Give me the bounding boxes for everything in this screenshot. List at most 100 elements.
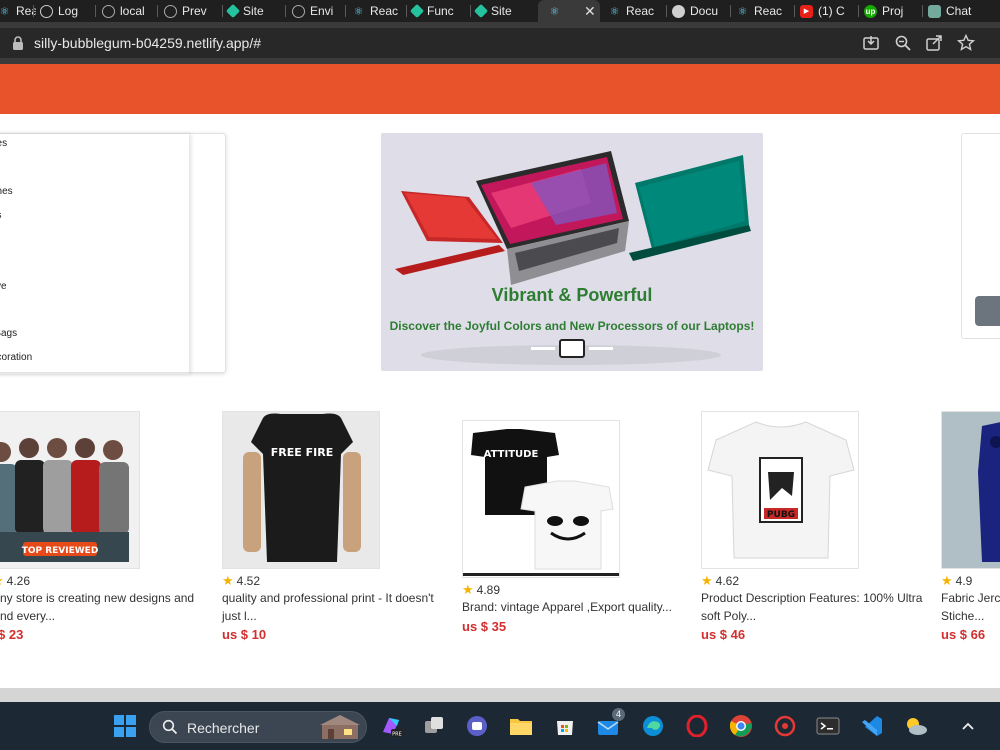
browser-tab[interactable]: ⚛ Reac: [0, 0, 36, 22]
chrome-icon[interactable]: [728, 713, 754, 739]
product-price: us $ 35: [462, 619, 507, 634]
store-icon[interactable]: [552, 713, 578, 739]
browser-tab[interactable]: ⚛ Reac: [732, 0, 794, 22]
github-icon: [40, 4, 53, 18]
description-line: nd every...: [0, 609, 56, 623]
youtube-icon: ▶: [800, 4, 813, 18]
browser-tab[interactable]: up Proj: [860, 0, 922, 22]
rating-value: 4.9: [955, 574, 973, 588]
search-highlight-icon: [318, 715, 362, 746]
react-icon: ⚛: [353, 5, 364, 18]
carousel-dot[interactable]: [531, 347, 555, 350]
product-image[interactable]: PUBG: [701, 411, 859, 569]
windows-start-icon[interactable]: [112, 713, 138, 739]
share-icon[interactable]: [925, 34, 943, 57]
mail-icon[interactable]: 4: [596, 708, 625, 739]
task-view-icon[interactable]: [421, 713, 447, 739]
url-text[interactable]: silly-bubblegum-b04259.netlify.app/#: [34, 35, 261, 51]
browser-tab[interactable]: Site: [472, 0, 534, 22]
product-image[interactable]: TOP REVIEWED: [0, 411, 140, 569]
browser-tab[interactable]: ▶ (1) C: [796, 0, 858, 22]
rating-value: 4.26: [6, 574, 31, 588]
bookmark-star-icon[interactable]: [956, 33, 976, 57]
tab-label: Log: [58, 4, 79, 18]
description-line: just l...: [222, 609, 257, 623]
product-description[interactable]: ny store is creating new designs and nd …: [0, 589, 230, 625]
browser-tab[interactable]: Chat: [924, 0, 1000, 22]
hero-carousel[interactable]: Vibrant & Powerful Discover the Joyful C…: [381, 133, 763, 371]
globe-icon: [292, 4, 305, 18]
product-rating: ★ 4.52: [222, 573, 260, 589]
browser-tab[interactable]: Prev: [160, 0, 222, 22]
terminal-icon[interactable]: [815, 713, 841, 739]
chevron-up-icon[interactable]: [955, 713, 981, 739]
carousel-dot[interactable]: [589, 347, 613, 350]
globe-icon: [672, 4, 685, 18]
tab-label: Envi: [310, 4, 334, 18]
category-item[interactable]: es: [0, 210, 2, 221]
tab-label: Reac: [626, 4, 655, 18]
product-image[interactable]: FREE FIRE: [222, 411, 380, 569]
description-line: soft Poly...: [701, 609, 757, 623]
app-icon-red[interactable]: [772, 713, 798, 739]
lock-icon[interactable]: [12, 36, 24, 55]
category-item[interactable]: ries: [0, 138, 7, 149]
react-icon: ⚛: [737, 5, 748, 18]
edge-icon[interactable]: [640, 713, 666, 739]
taskbar-search[interactable]: Rechercher: [149, 711, 367, 743]
category-item[interactable]: ecoration: [0, 352, 32, 363]
browser-tab[interactable]: Envi: [288, 0, 346, 22]
svg-text:PRE: PRE: [392, 732, 402, 738]
product-image[interactable]: [941, 411, 1000, 569]
product-description[interactable]: quality and professional print - It does…: [222, 589, 452, 625]
file-explorer-icon[interactable]: [508, 713, 534, 739]
category-list: ries ones es g tive -Bags ecoration: [0, 134, 189, 374]
netlify-icon: [225, 3, 241, 19]
browser-toolbar: silly-bubblegum-b04259.netlify.app/#: [0, 22, 1000, 64]
product-description[interactable]: Fabric Jercy Stiche...: [941, 589, 1000, 625]
product-price: us $ 66: [941, 627, 986, 642]
category-item[interactable]: ones: [0, 186, 13, 197]
weather-icon[interactable]: [903, 713, 929, 739]
tab-label: Chat: [946, 4, 972, 18]
browser-tab[interactable]: Log: [36, 0, 96, 22]
browser-tab-active[interactable]: ⚛ ✕: [538, 0, 600, 22]
globe-icon: [102, 4, 115, 18]
carousel-indicators: [531, 339, 615, 359]
product-description[interactable]: Product Description Features: 100% Ultra…: [701, 589, 931, 625]
teams-chat-icon[interactable]: [464, 713, 490, 739]
product-image-print: PUBG: [767, 510, 795, 520]
browser-tab[interactable]: ⚛ Reac: [604, 0, 666, 22]
product-description[interactable]: Brand: vintage Apparel ,Export quality..…: [462, 598, 692, 616]
browser-tab[interactable]: local: [98, 0, 158, 22]
browser-tab[interactable]: ⚛ Reac: [348, 0, 406, 22]
vscode-icon[interactable]: [859, 713, 885, 739]
user-card-button[interactable]: [975, 296, 1000, 326]
product-price: us $ 46: [701, 627, 746, 642]
carousel-dot-active[interactable]: [559, 339, 585, 358]
category-item[interactable]: tive: [0, 281, 7, 292]
description-line: Brand: vintage Apparel ,Export quality..…: [462, 600, 672, 614]
search-label: Rechercher: [187, 720, 260, 736]
tab-label: Reac: [754, 4, 783, 18]
browser-tab[interactable]: Site: [224, 0, 286, 22]
category-item[interactable]: -Bags: [0, 328, 17, 339]
upwork-icon: up: [864, 4, 877, 18]
tab-label: Proj: [882, 4, 904, 18]
description-line: Stiche...: [941, 609, 985, 623]
product-image[interactable]: ATTITUDE: [462, 420, 620, 578]
copilot-icon[interactable]: PRE: [378, 713, 404, 739]
browser-tab[interactable]: Func: [408, 0, 470, 22]
product-price: $ 23: [0, 627, 24, 642]
zoom-icon[interactable]: [894, 34, 912, 57]
url-bar[interactable]: silly-bubblegum-b04259.netlify.app/#: [0, 28, 1000, 58]
tab-label: Site: [243, 4, 264, 18]
horizontal-scrollbar[interactable]: [0, 688, 1000, 702]
close-icon[interactable]: ✕: [584, 3, 596, 20]
browser-tab[interactable]: Docu: [668, 0, 730, 22]
product-image-badge: TOP REVIEWED: [22, 546, 99, 556]
opera-icon[interactable]: [684, 713, 710, 739]
rating-value: 4.89: [476, 583, 501, 597]
install-app-icon[interactable]: [862, 34, 880, 57]
description-line: ny store is creating new designs and: [0, 591, 195, 605]
